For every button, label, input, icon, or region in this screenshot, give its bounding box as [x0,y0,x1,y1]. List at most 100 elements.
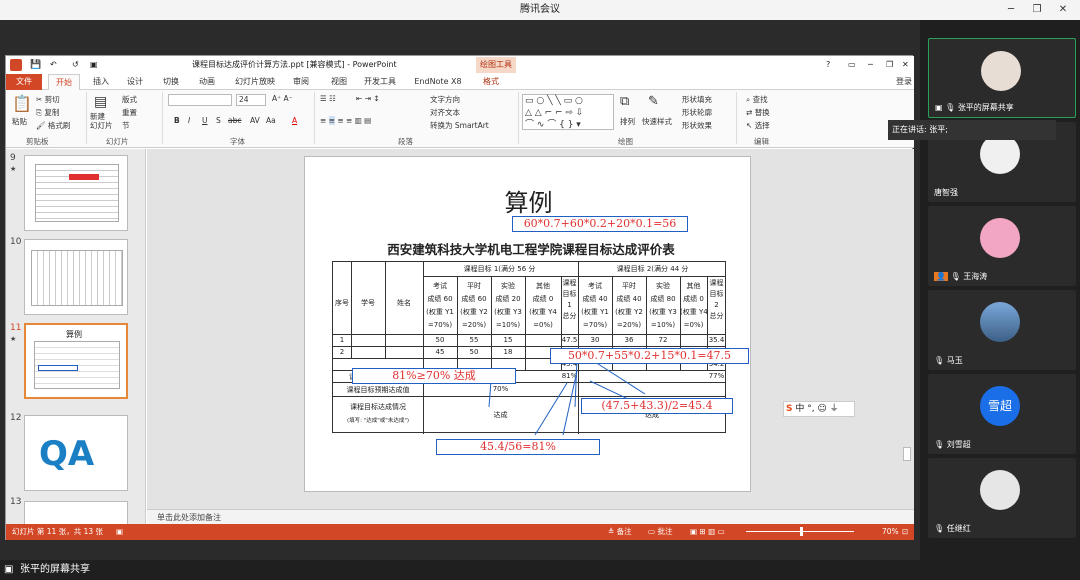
undo-icon[interactable]: ↶ [50,56,57,74]
find-button[interactable]: ⌕ 查找 [746,94,768,105]
reset-button[interactable]: 重置 [122,107,137,118]
tab-slideshow[interactable]: 幻灯片放映 [230,74,280,90]
char-spacing-icon[interactable]: AV [250,116,260,125]
ime-toolbar[interactable]: S 中 °, ☺ ⏚ [783,401,855,417]
help-icon[interactable]: ? [826,56,830,74]
tab-developer[interactable]: 开发工具 [358,74,402,90]
current-slide[interactable]: 算例 60*0.7+60*0.2+20*0.1=56 西安建筑科技大学机电工程学… [304,156,751,492]
formula-top-box[interactable]: 60*0.7+60*0.2+20*0.1=56 [512,216,688,232]
paste-button[interactable]: 粘贴 [12,116,27,127]
minimize-icon[interactable]: ─ [1000,0,1022,20]
notes-toggle[interactable]: ≜ 备注 [608,524,632,540]
new-slide-icon[interactable]: ▤ [94,94,107,110]
view-buttons[interactable]: ▣ ⊞ ▥ ▭ [690,524,725,540]
tab-transitions[interactable]: 切换 [156,74,186,90]
italic-icon[interactable]: I [188,116,190,125]
underline-icon[interactable]: U [202,116,208,125]
arrange-icon[interactable]: ⧉ [620,94,629,109]
table-title[interactable]: 西安建筑科技大学机电工程学院课程目标达成评价表 [331,239,731,258]
select-button[interactable]: ↖ 选择 [746,120,770,131]
format-painter-button[interactable]: 🖌 格式刷 [36,120,70,131]
layout-button[interactable]: 版式 [122,94,137,105]
vertical-scrollbar[interactable] [903,447,911,461]
quick-styles-button[interactable]: 快速样式 [642,116,672,127]
shapes-gallery[interactable]: ▭ ○ ╲ ╲ ▭ ○ △ △ ⌐ ⌐ ⇨ ⇩ ⌒ ∿ ⌒ { } ▾ [522,94,614,130]
participant-name-text: 张平的屏幕共享 [957,103,1014,112]
participant-tile[interactable]: 雪超 🎙 刘雪超 [928,374,1076,454]
slide-thumbnails[interactable]: 9 ★ 10 11 ★ 算例 12 QA 13 [6,149,146,524]
quick-styles-icon[interactable]: ✎ [648,94,659,109]
font-color-icon[interactable]: A [292,116,297,125]
strikethrough-icon[interactable]: abc [228,116,241,125]
indent-icon[interactable]: ⇤ ⇥ ↕ [356,94,380,103]
slide-number: 11 [10,323,22,333]
row-status-label: 课程目标达成情况 [350,403,406,411]
comments-toggle[interactable]: ▭ 批注 [648,524,672,540]
tab-design[interactable]: 设计 [120,74,150,90]
align-text-button[interactable]: 对齐文本 [430,107,460,118]
ribbon-divider [314,92,315,144]
tab-format[interactable]: 格式 [474,74,508,90]
shape-fill-button[interactable]: 形状填充 [682,94,712,105]
tab-insert[interactable]: 插入 [86,74,116,90]
shadow-icon[interactable]: S [216,116,221,125]
slide-thumbnail-10[interactable] [24,239,128,315]
formula-row1-box[interactable]: 50*0.7+55*0.2+15*0.1=47.5 [550,348,749,364]
notes-pane[interactable]: 单击此处添加备注 [147,509,914,524]
redo-icon[interactable]: ↺ [72,56,79,74]
col-header: 课程 目标 1 总分 [562,279,577,320]
replace-button[interactable]: ⇄ 替换 [746,107,770,118]
participant-tile[interactable]: 🎙 马玉 [928,290,1076,370]
participant-tile[interactable]: ▣ 🎙 张平的屏幕共享 [928,38,1076,118]
restore-icon[interactable]: ❐ [1026,0,1048,20]
font-family-select[interactable] [168,94,232,106]
shape-outline-button[interactable]: 形状轮廓 [682,107,712,118]
tab-view[interactable]: 视图 [324,74,354,90]
mic-icon: 🎙 [934,356,945,365]
text-direction-button[interactable]: 文字方向 [430,94,460,105]
tab-animations[interactable]: 动画 [192,74,222,90]
section-button[interactable]: 节 [122,120,130,131]
close-icon[interactable]: ✕ [1052,0,1074,20]
tab-review[interactable]: 审阅 [286,74,316,90]
slide-heading[interactable]: 算例 [305,183,752,218]
group-paragraph: 段落 [398,137,413,146]
slide-thumbnail-11-selected[interactable]: 算例 [24,323,128,399]
ribbon-options-icon[interactable]: ▭ [848,56,856,74]
participant-tile[interactable]: 🎙 任继红 [928,458,1076,538]
ratio-formula-box[interactable]: 45.4/56=81% [436,439,600,455]
copy-button[interactable]: ⎘ 复制 [36,107,59,118]
fit-slide-icon[interactable]: ⊡ [902,524,908,540]
font-grow-icon[interactable]: A⁺ A⁻ [272,94,293,103]
shape-effects-button[interactable]: 形状效果 [682,120,712,131]
spellcheck-icon[interactable]: ▣ [116,524,123,540]
login-link[interactable]: 登录 [894,74,914,90]
tab-file[interactable]: 文件 [6,74,42,90]
tab-home[interactable]: 开始 [48,74,80,90]
ppt-close-icon[interactable]: ✕ [902,56,909,74]
slide-thumbnail-9[interactable] [24,155,128,231]
save-icon[interactable]: 💾 [30,56,41,74]
bold-icon[interactable]: B [174,116,180,125]
bullets-icon[interactable]: ☰ ☷ [320,94,336,103]
slide-thumbnail-12[interactable]: QA [24,415,128,491]
font-size-select[interactable]: 24 [236,94,266,106]
present-icon[interactable]: ▣ [90,56,98,74]
zoom-slider-thumb[interactable] [800,527,803,536]
align-icons[interactable]: ≡ ≡ ≡ ≡ ▥ ▤ [320,116,371,125]
ribbon-divider [518,92,519,144]
ppt-restore-icon[interactable]: ❐ [886,56,893,74]
ppt-minimize-icon[interactable]: ─ [868,56,873,74]
average-formula-box[interactable]: (47.5+43.3)/2=45.4 [581,398,733,414]
participant-tile[interactable]: 👤 🎙 王海涛 [928,206,1076,286]
change-case-icon[interactable]: Aa [266,116,276,125]
achievement-box[interactable]: 81%≥70% 达成 [352,368,516,384]
arrange-button[interactable]: 排列 [620,116,635,127]
paste-icon[interactable]: 📋 [12,94,32,113]
zoom-level[interactable]: 70% [882,524,899,540]
cut-button[interactable]: ✂ 剪切 [36,94,60,105]
slide-thumbnail-13[interactable] [24,501,128,524]
smartart-button[interactable]: 转换为 SmartArt [430,120,489,131]
tab-endnote[interactable]: EndNote X8 [410,74,466,90]
new-slide-button[interactable]: 新建 幻灯片 [90,112,113,130]
